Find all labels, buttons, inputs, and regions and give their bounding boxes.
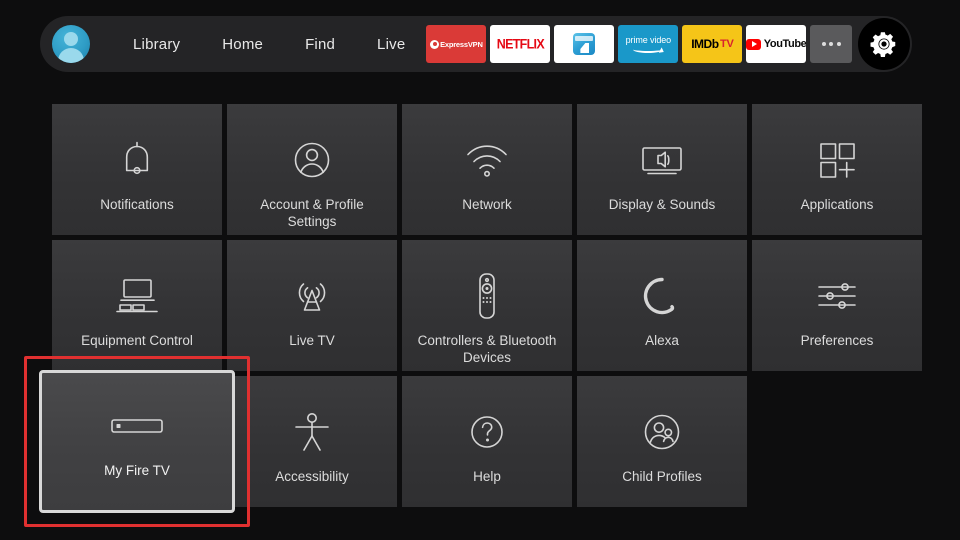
person-circle-icon xyxy=(289,132,335,188)
nav-link-library[interactable]: Library xyxy=(112,36,201,53)
nav-links: Library Home Find Live xyxy=(112,36,426,53)
antenna-icon xyxy=(289,268,335,324)
tile-label: Live TV xyxy=(289,333,335,348)
tile-help[interactable]: Help xyxy=(402,376,572,507)
imdb-label: IMDb xyxy=(691,37,719,51)
fire-tv-settings-screen: Library Home Find Live ExpressVPN NETFLI… xyxy=(0,0,960,540)
tile-label: Accessibility xyxy=(275,469,349,484)
child-profiles-icon xyxy=(639,404,685,460)
settings-gear-button[interactable] xyxy=(858,18,911,70)
tv-speaker-icon xyxy=(636,132,688,188)
tile-label: Equipment Control xyxy=(81,333,193,348)
tv-equipment-icon xyxy=(111,268,163,324)
tile-my-fire-tv[interactable]: My Fire TV xyxy=(39,370,235,513)
prime-video-label: prime video xyxy=(625,34,672,45)
app-icon-more-button[interactable] xyxy=(810,25,853,63)
tile-account-profile-settings[interactable]: Account & Profile Settings xyxy=(227,104,397,235)
tile-preferences[interactable]: Preferences xyxy=(752,240,922,371)
nav-link-live[interactable]: Live xyxy=(356,36,426,53)
tile-label: Network xyxy=(462,197,512,212)
app-icon-expressvpn[interactable]: ExpressVPN xyxy=(426,25,487,63)
settings-row-1: Notifications Account & Profile Settings xyxy=(52,104,927,235)
expressvpn-label: ExpressVPN xyxy=(440,39,483,49)
wifi-icon xyxy=(463,132,511,188)
tile-live-tv[interactable]: Live TV xyxy=(227,240,397,371)
top-navigation-bar: Library Home Find Live ExpressVPN NETFLI… xyxy=(40,16,912,72)
tile-label: Alexa xyxy=(645,333,679,348)
highlight-box-my-fire-tv: My Fire TV xyxy=(24,356,250,527)
tile-label: Notifications xyxy=(100,197,174,212)
tile-notifications[interactable]: Notifications xyxy=(52,104,222,235)
nav-link-find[interactable]: Find xyxy=(284,36,356,53)
tile-child-profiles[interactable]: Child Profiles xyxy=(577,376,747,507)
tile-label: Controllers & Bluetooth Devices xyxy=(417,333,557,365)
youtube-label: YouTube xyxy=(763,38,807,50)
app-icon-es-file-explorer[interactable] xyxy=(554,25,615,63)
netflix-label: NETFLIX xyxy=(496,36,545,52)
tile-label: Preferences xyxy=(800,333,874,348)
es-file-explorer-icon xyxy=(573,33,596,55)
question-circle-icon xyxy=(465,404,509,460)
tile-label: Account & Profile Settings xyxy=(260,197,364,229)
tile-label: Child Profiles xyxy=(622,469,702,484)
sliders-icon xyxy=(812,268,862,324)
profile-avatar[interactable] xyxy=(52,25,90,63)
fire-tv-stick-icon xyxy=(108,398,166,454)
tile-alexa[interactable]: Alexa xyxy=(577,240,747,371)
app-squares-plus-icon xyxy=(814,132,860,188)
gear-icon xyxy=(870,32,896,57)
app-icon-youtube[interactable]: YouTube xyxy=(746,25,807,63)
tile-label: Display & Sounds xyxy=(608,197,716,212)
tile-accessibility[interactable]: Accessibility xyxy=(227,376,397,507)
amazon-smile-icon xyxy=(633,46,664,53)
tile-label: Help xyxy=(473,469,501,484)
nav-link-home[interactable]: Home xyxy=(201,36,284,53)
tile-applications[interactable]: Applications xyxy=(752,104,922,235)
app-icon-imdb-tv[interactable]: IMDb TV xyxy=(682,25,743,63)
tile-network[interactable]: Network xyxy=(402,104,572,235)
tile-equipment-control[interactable]: Equipment Control xyxy=(52,240,222,371)
tile-display-sounds[interactable]: Display & Sounds xyxy=(577,104,747,235)
accessibility-person-icon xyxy=(292,404,332,460)
alexa-ring-icon xyxy=(640,268,684,324)
app-shortcuts: ExpressVPN NETFLIX prime video IMDb TV Y… xyxy=(426,18,912,70)
tile-label: My Fire TV xyxy=(104,463,170,478)
youtube-play-icon xyxy=(746,38,761,50)
app-icon-prime-video[interactable]: prime video xyxy=(618,25,679,63)
more-dots-icon xyxy=(821,42,841,46)
tile-label: Applications xyxy=(800,197,874,212)
settings-row-2: Equipment Control Live TV Controllers & … xyxy=(52,240,927,371)
bell-icon xyxy=(115,132,159,188)
expressvpn-logo-icon xyxy=(430,39,440,49)
app-icon-netflix[interactable]: NETFLIX xyxy=(490,25,551,63)
imdb-tv-label: TV xyxy=(720,38,734,50)
remote-control-icon xyxy=(472,268,502,324)
tile-controllers-bluetooth-devices[interactable]: Controllers & Bluetooth Devices xyxy=(402,240,572,371)
